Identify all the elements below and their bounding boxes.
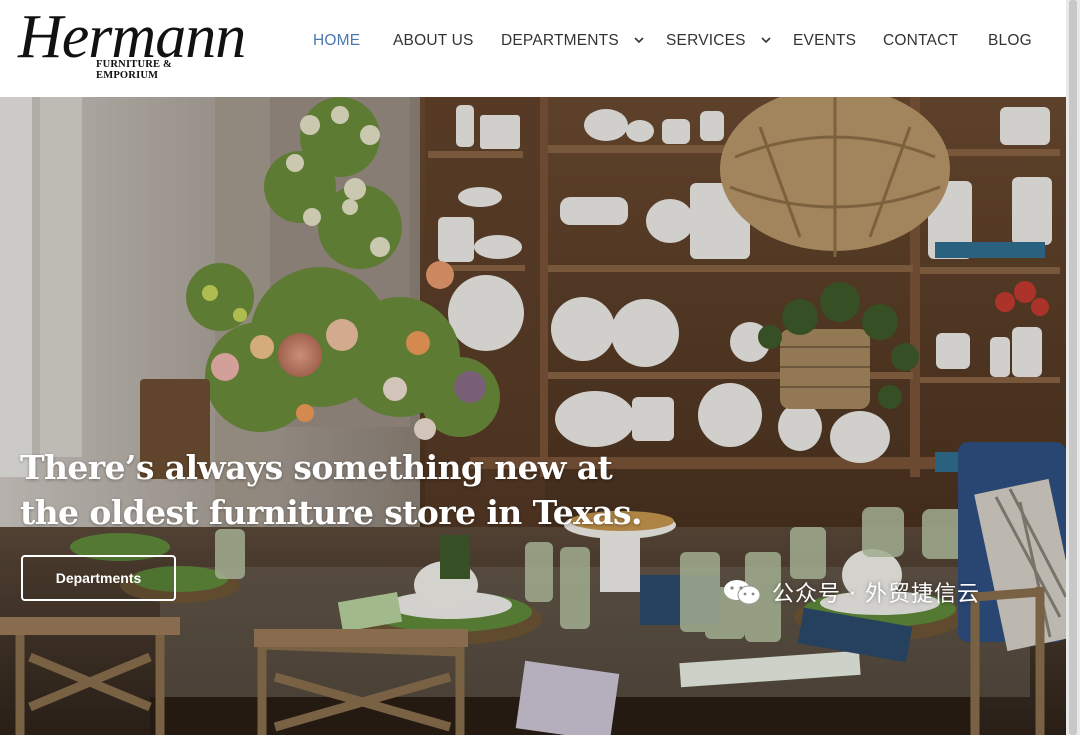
chevron-down-icon[interactable]	[634, 37, 644, 44]
hero-banner: There’s always something new at the olde…	[0, 97, 1066, 735]
nav-home[interactable]: HOME	[313, 32, 360, 50]
nav-home-label: HOME	[313, 32, 361, 49]
nav-services-label: SERVICES	[666, 32, 746, 49]
watermark-overlay: 公众号 · 外贸捷信云	[722, 577, 980, 607]
nav-departments[interactable]: DEPARTMENTS	[501, 32, 644, 50]
hero-headline-line-1: There’s always something new at	[20, 448, 613, 487]
page-scrollbar[interactable]	[1066, 0, 1080, 735]
nav-blog-label: BLOG	[988, 32, 1032, 49]
nav-events[interactable]: EVENTS	[793, 32, 856, 50]
wechat-icon	[724, 580, 761, 605]
scrollbar-thumb[interactable]	[1069, 0, 1077, 735]
site-header: Hermann FURNITURE & EMPORIUM HOME ABOUT …	[0, 0, 1066, 97]
departments-button[interactable]: Departments	[21, 555, 176, 601]
nav-blog[interactable]: BLOG	[988, 32, 1032, 50]
nav-departments-label: DEPARTMENTS	[501, 32, 619, 49]
hero-headline: There’s always something new at the olde…	[20, 445, 660, 535]
chevron-down-icon[interactable]	[761, 37, 771, 44]
departments-button-label: Departments	[55, 570, 142, 586]
nav-contact-label: CONTACT	[883, 32, 959, 49]
nav-contact[interactable]: CONTACT	[883, 32, 958, 50]
nav-about-us[interactable]: ABOUT US	[393, 32, 474, 50]
watermark-text: 公众号 · 外贸捷信云	[772, 582, 980, 607]
nav-about-us-label: ABOUT US	[393, 32, 474, 49]
nav-services[interactable]: SERVICES	[666, 32, 771, 50]
nav-events-label: EVENTS	[793, 32, 857, 49]
hero-headline-line-2: the oldest furniture store in Texas.	[20, 493, 642, 532]
main-navigation: HOME ABOUT US DEPARTMENTS SERVICES EVENT…	[0, 0, 1066, 84]
hero-background-photo	[0, 97, 1066, 735]
